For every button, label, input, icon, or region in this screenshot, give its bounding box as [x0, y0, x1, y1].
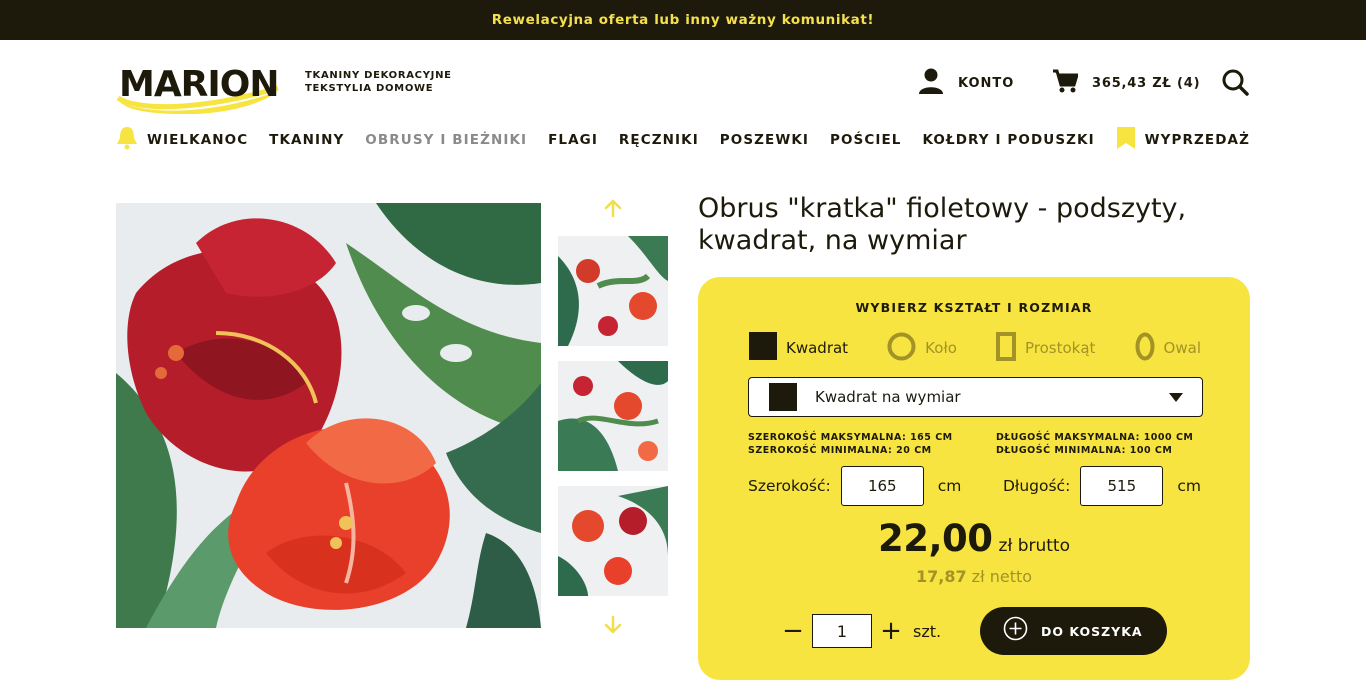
- quantity-input[interactable]: [812, 614, 872, 648]
- width-limits: SZEROKOŚĆ MAKSYMALNA: 165 CM SZEROKOŚĆ M…: [748, 431, 953, 457]
- shape-option-owal[interactable]: Owal: [1135, 332, 1201, 365]
- shape-options: Kwadrat Koło Prostokąt Owal: [749, 331, 1201, 365]
- nav-item-obrusy[interactable]: OBRUSY I BIEŻNIKI: [365, 132, 527, 148]
- length-limits: DŁUGOŚĆ MAKSYMALNA: 1000 CM DŁUGOŚĆ MINI…: [996, 431, 1193, 457]
- cart-icon: [1052, 68, 1080, 99]
- rectangle-shape-icon: [996, 331, 1016, 365]
- add-to-cart-button[interactable]: DO KOSZYKA: [980, 607, 1167, 655]
- shape-option-kolo[interactable]: Koło: [887, 332, 957, 365]
- cart-link[interactable]: 365,43 ZŁ (4): [1052, 68, 1200, 99]
- length-input[interactable]: [1080, 466, 1164, 506]
- tagline-line1: TKANINY DEKORACYJNE: [305, 70, 452, 81]
- shape-label: Prostokąt: [1025, 339, 1096, 357]
- nav-label: FLAGI: [548, 132, 598, 148]
- nav-item-reczniki[interactable]: RĘCZNIKI: [619, 132, 699, 148]
- width-field-group: Szerokość: cm: [748, 466, 961, 506]
- price-net-unit: zł netto: [971, 567, 1033, 586]
- thumb-down-arrow-icon[interactable]: [603, 615, 623, 640]
- square-shape-icon: [769, 383, 797, 411]
- site-header: MARION TKANINY DEKORACYJNE TEKSTYLIA DOM…: [0, 40, 1366, 125]
- length-unit: cm: [1177, 477, 1201, 495]
- cart-total: 365,43 ZŁ (4): [1092, 76, 1201, 91]
- plus-circle-icon: [1003, 616, 1028, 646]
- gross-price: 22,00 zł brutto: [698, 517, 1250, 560]
- shape-option-kwadrat[interactable]: Kwadrat: [749, 332, 848, 364]
- thumbnail-1[interactable]: [558, 236, 668, 346]
- bell-icon: [116, 126, 147, 154]
- user-icon: [918, 68, 944, 99]
- nav-item-koldry[interactable]: KOŁDRY I PODUSZKI: [922, 132, 1094, 148]
- nav-label: OBRUSY I BIEŻNIKI: [365, 132, 528, 148]
- price-gross-value: 22,00: [878, 517, 993, 560]
- nav-item-poszewki[interactable]: POSZEWKI: [720, 132, 809, 148]
- chevron-down-icon: [1169, 393, 1183, 402]
- product-main-image[interactable]: [116, 203, 541, 628]
- quantity-unit: szt.: [913, 621, 942, 641]
- oval-shape-icon: [1135, 332, 1155, 365]
- length-max: DŁUGOŚĆ MAKSYMALNA: 1000 CM: [996, 432, 1194, 443]
- quantity-stepper: − + szt.: [782, 614, 941, 648]
- length-field-group: Długość: cm: [1003, 466, 1201, 506]
- nav-label: KOŁDRY I PODUSZKI: [922, 132, 1095, 148]
- bookmark-icon: [1116, 126, 1145, 154]
- width-min: SZEROKOŚĆ MINIMALNA: 20 CM: [748, 445, 932, 456]
- nav-label: POSZEWKI: [719, 132, 810, 148]
- net-price: 17,87 zł netto: [698, 567, 1250, 586]
- search-icon[interactable]: [1222, 69, 1249, 101]
- thumbnail-2[interactable]: [558, 361, 668, 471]
- circle-shape-icon: [887, 332, 916, 365]
- tagline: TKANINY DEKORACYJNE TEKSTYLIA DOMOWE: [305, 69, 452, 95]
- decrease-quantity-button[interactable]: −: [782, 616, 804, 646]
- width-input[interactable]: [840, 466, 924, 506]
- product-config-panel: WYBIERZ KSZTAŁT I ROZMIAR Kwadrat Koło P…: [698, 277, 1250, 680]
- price-gross-unit: zł brutto: [998, 536, 1070, 556]
- product-title: Obrus "kratka" fioletowy - podszyty, kwa…: [698, 193, 1187, 256]
- nav-item-tkaniny[interactable]: TKANINY: [269, 132, 344, 148]
- thumbnail-3[interactable]: [558, 486, 668, 596]
- width-label: Szerokość:: [748, 477, 831, 495]
- marion-logo[interactable]: MARION: [116, 58, 282, 115]
- main-nav: WIELKANOC TKANINY OBRUSY I BIEŻNIKI FLAG…: [116, 125, 1250, 155]
- nav-item-wyprzedaz[interactable]: WYPRZEDAŻ: [1116, 126, 1250, 154]
- length-min: DŁUGOŚĆ MINIMALNA: 100 CM: [996, 445, 1173, 456]
- size-select[interactable]: Kwadrat na wymiar: [748, 377, 1203, 417]
- nav-label: WIELKANOC: [147, 132, 249, 148]
- logo-text: MARION: [119, 64, 279, 105]
- nav-label: POŚCIEL: [829, 132, 902, 148]
- account-link[interactable]: KONTO: [918, 68, 1014, 99]
- shape-label: Owal: [1163, 339, 1201, 357]
- shape-label: Koło: [925, 339, 957, 357]
- account-label: KONTO: [958, 76, 1015, 91]
- square-shape-icon: [749, 332, 777, 364]
- size-select-value: Kwadrat na wymiar: [815, 388, 961, 406]
- nav-label: TKANINY: [269, 132, 345, 148]
- shape-label: Kwadrat: [786, 339, 849, 357]
- nav-item-flagi[interactable]: FLAGI: [548, 132, 598, 148]
- panel-heading: WYBIERZ KSZTAŁT I ROZMIAR: [855, 300, 1093, 315]
- length-label: Długość:: [1003, 477, 1071, 495]
- width-unit: cm: [937, 477, 962, 495]
- tagline-line2: TEKSTYLIA DOMOWE: [305, 83, 434, 94]
- shape-option-prostokat[interactable]: Prostokąt: [996, 331, 1096, 365]
- thumb-up-arrow-icon[interactable]: [603, 198, 623, 223]
- price-net-value: 17,87: [915, 567, 967, 586]
- increase-quantity-button[interactable]: +: [880, 616, 902, 646]
- nav-item-wielkanoc[interactable]: WIELKANOC: [116, 126, 248, 154]
- announcement-bar: Rewelacyjna oferta lub inny ważny komuni…: [0, 0, 1366, 40]
- add-to-cart-label: DO KOSZYKA: [1041, 623, 1143, 639]
- nav-item-posciel[interactable]: POŚCIEL: [830, 132, 902, 148]
- nav-label: WYPRZEDAŻ: [1144, 132, 1250, 148]
- width-max: SZEROKOŚĆ MAKSYMALNA: 165 CM: [748, 432, 953, 443]
- nav-label: RĘCZNIKI: [618, 132, 699, 148]
- announcement-text: Rewelacyjna oferta lub inny ważny komuni…: [491, 12, 875, 28]
